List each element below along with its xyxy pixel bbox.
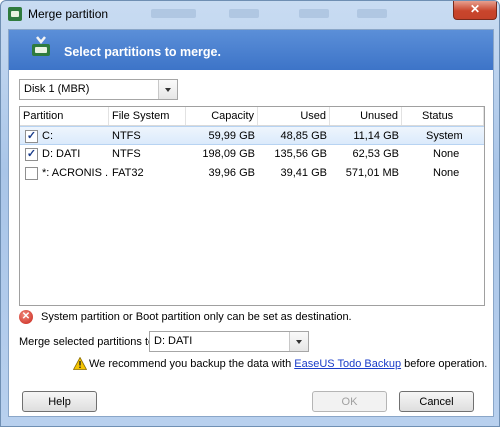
column-header-file-system[interactable]: File System — [109, 107, 186, 125]
merge-partition-dialog: Merge partition ✕ Select partitions to m… — [0, 0, 500, 427]
partition-name: *: ACRONIS ... — [42, 167, 108, 179]
unused: 571,01 MB — [345, 167, 399, 179]
row-checkbox[interactable]: ✓ — [25, 130, 38, 143]
chevron-down-icon[interactable] — [158, 80, 177, 99]
used: 39,41 GB — [280, 167, 327, 179]
table-row[interactable]: *: ACRONIS ... FAT32 39,96 GB 39,41 GB 5… — [20, 164, 484, 183]
merge-target-dropdown[interactable]: D: DATI — [149, 331, 309, 352]
close-button[interactable]: ✕ — [453, 1, 497, 20]
file-system: NTFS — [112, 148, 141, 160]
cancel-button[interactable]: Cancel — [399, 391, 474, 412]
used: 135,56 GB — [274, 148, 327, 160]
help-button[interactable]: Help — [22, 391, 97, 412]
title-bar[interactable]: Merge partition ✕ — [1, 1, 499, 27]
column-header-status[interactable]: Status — [402, 107, 484, 125]
error-message: System partition or Boot partition only … — [41, 311, 352, 323]
unused: 11,14 GB — [353, 130, 399, 142]
header-banner: Select partitions to merge. — [9, 30, 493, 70]
unused: 62,53 GB — [352, 148, 399, 160]
chevron-down-icon[interactable] — [289, 332, 308, 351]
file-system: NTFS — [112, 130, 141, 142]
table-row[interactable]: ✓ C: NTFS 59,99 GB 48,85 GB 11,14 GB Sys… — [20, 126, 484, 145]
disk-dropdown-value: Disk 1 (MBR) — [24, 83, 90, 95]
partition-name: C: — [42, 130, 53, 142]
column-header-unused[interactable]: Unused — [330, 107, 402, 125]
blurred-background-text — [357, 9, 387, 18]
error-x-icon: ✕ — [19, 310, 33, 324]
blurred-background-text — [299, 9, 329, 18]
ok-button[interactable]: OK — [312, 391, 387, 412]
row-checkbox[interactable]: ✓ — [25, 148, 38, 161]
app-icon — [8, 7, 22, 21]
column-header-partition[interactable]: Partition — [20, 107, 109, 125]
table-row[interactable]: ✓ D: DATI NTFS 198,09 GB 135,56 GB 62,53… — [20, 145, 484, 164]
note-text-before: We recommend you backup the data with — [89, 358, 295, 370]
easeus-todo-backup-link[interactable]: EaseUS Todo Backup — [294, 358, 401, 370]
header-title: Select partitions to merge. — [64, 45, 221, 59]
used: 48,85 GB — [280, 130, 327, 142]
status: System — [426, 130, 463, 142]
blurred-background-text — [151, 9, 196, 18]
partition-table: Partition File System Capacity Used Unus… — [19, 106, 485, 306]
column-header-capacity[interactable]: Capacity — [186, 107, 258, 125]
status: None — [433, 167, 460, 179]
warning-triangle-icon — [73, 357, 87, 370]
capacity: 59,99 GB — [208, 130, 255, 142]
capacity: 39,96 GB — [208, 167, 255, 179]
status: None — [433, 148, 460, 160]
partition-name: D: DATI — [42, 148, 81, 160]
row-checkbox[interactable] — [25, 167, 38, 180]
blurred-background-text — [229, 9, 259, 18]
dialog-body: Select partitions to merge. Disk 1 (MBR)… — [8, 29, 494, 417]
merge-target-value: D: DATI — [154, 335, 193, 347]
note-text-after: before operation. — [401, 358, 488, 370]
merge-partition-icon — [32, 36, 50, 56]
window-title: Merge partition — [28, 7, 109, 21]
table-header: Partition File System Capacity Used Unus… — [20, 107, 484, 126]
file-system: FAT32 — [112, 167, 144, 179]
backup-note-text: We recommend you backup the data with Ea… — [89, 358, 487, 370]
column-header-used[interactable]: Used — [258, 107, 330, 125]
disk-dropdown[interactable]: Disk 1 (MBR) — [19, 79, 178, 100]
capacity: 198,09 GB — [202, 148, 255, 160]
merge-target-label: Merge selected partitions to: — [19, 336, 158, 348]
